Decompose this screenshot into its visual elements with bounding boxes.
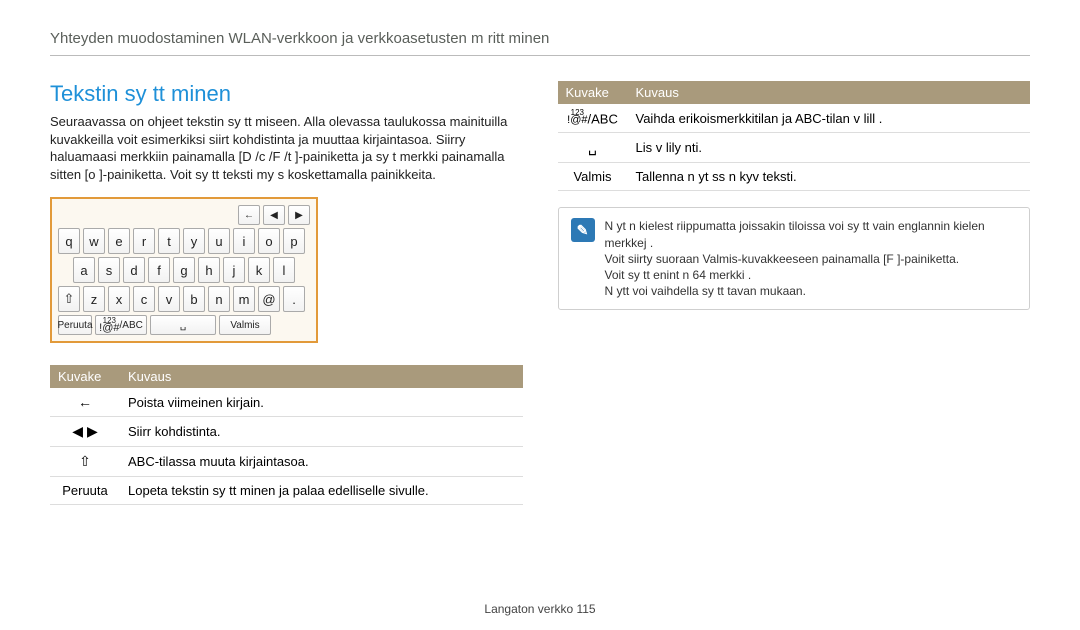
key-k[interactable]: k (248, 257, 270, 283)
shift-icon: ⇧ (79, 453, 91, 469)
desc-cell: Lis v lily nti. (628, 133, 1031, 163)
section-title: Tekstin sy tt minen (50, 81, 523, 107)
icon-table-left: Kuvake Kuvaus ← Poista viimeinen kirjain… (50, 365, 523, 505)
key-w[interactable]: w (83, 228, 105, 254)
key-g[interactable]: g (173, 257, 195, 283)
key-b[interactable]: b (183, 286, 205, 312)
table-row: 123 !@# /ABC Vaihda erikoismerkkitilan j… (558, 104, 1031, 133)
key-r[interactable]: r (133, 228, 155, 254)
note-line: Voit sy tt enint n 64 merkki . (605, 267, 1018, 283)
key-cancel[interactable]: Peruuta (58, 315, 92, 335)
mode-switch-icon: 123 !@# (567, 110, 587, 125)
mode-right: /ABC (120, 320, 143, 331)
note-line: N ytt voi vaihdella sy tt tavan mukaan. (605, 283, 1018, 299)
key-x[interactable]: x (108, 286, 130, 312)
keyboard-figure: ← ◀ ▶ q w e r t y u i o p (50, 197, 318, 343)
footer-page-number: 115 (576, 602, 595, 616)
key-cursor-right[interactable]: ▶ (288, 205, 310, 225)
cancel-label-icon: Peruuta (62, 483, 108, 498)
key-j[interactable]: j (223, 257, 245, 283)
key-f[interactable]: f (148, 257, 170, 283)
th-icon: Kuvake (50, 365, 120, 388)
key-v[interactable]: v (158, 286, 180, 312)
space-icon: ␣ (588, 139, 597, 155)
key-at[interactable]: @ (258, 286, 280, 312)
key-m[interactable]: m (233, 286, 255, 312)
intro-text: Seuraavassa on ohjeet tekstin sy tt mise… (50, 113, 523, 183)
th-icon: Kuvake (558, 81, 628, 104)
desc-cell: Tallenna n yt ss n kyv teksti. (628, 163, 1031, 191)
key-n[interactable]: n (208, 286, 230, 312)
backspace-icon: ← (78, 394, 92, 410)
key-cursor-left[interactable]: ◀ (263, 205, 285, 225)
done-label-icon: Valmis (573, 169, 611, 184)
key-done[interactable]: Valmis (219, 315, 271, 335)
mode-switch-right: /ABC (588, 111, 618, 126)
note-line: Voit siirty suoraan Valmis-kuvakkeeseen … (605, 251, 1018, 267)
key-s[interactable]: s (98, 257, 120, 283)
key-l[interactable]: l (273, 257, 295, 283)
key-i[interactable]: i (233, 228, 255, 254)
key-z[interactable]: z (83, 286, 105, 312)
cursor-arrows-icon: ◀ ▶ (72, 423, 97, 439)
page-header: Yhteyden muodostaminen WLAN-verkkoon ja … (50, 30, 1030, 56)
table-row: ← Poista viimeinen kirjain. (50, 388, 523, 417)
key-dot[interactable]: . (283, 286, 305, 312)
key-u[interactable]: u (208, 228, 230, 254)
key-t[interactable]: t (158, 228, 180, 254)
info-note: ✎ N yt n kielest riippumatta joissakin t… (558, 207, 1031, 310)
key-shift[interactable]: ⇧ (58, 286, 80, 312)
key-space[interactable]: ␣ (150, 315, 216, 335)
table-row: ◀ ▶ Siirr kohdistinta. (50, 417, 523, 447)
key-y[interactable]: y (183, 228, 205, 254)
key-mode-switch[interactable]: 123 !@# /ABC (95, 315, 147, 335)
key-d[interactable]: d (123, 257, 145, 283)
desc-cell: Lopeta tekstin sy tt minen ja palaa edel… (120, 477, 523, 505)
th-desc: Kuvaus (628, 81, 1031, 104)
table-row: Valmis Tallenna n yt ss n kyv teksti. (558, 163, 1031, 191)
key-q[interactable]: q (58, 228, 80, 254)
th-desc: Kuvaus (120, 365, 523, 388)
page-footer: Langaton verkko 115 (0, 602, 1080, 616)
mode-bot: !@# (99, 324, 119, 333)
key-a[interactable]: a (73, 257, 95, 283)
key-e[interactable]: e (108, 228, 130, 254)
key-o[interactable]: o (258, 228, 280, 254)
note-icon: ✎ (571, 218, 595, 242)
desc-cell: Poista viimeinen kirjain. (120, 388, 523, 417)
key-backspace[interactable]: ← (238, 205, 260, 225)
icon-table-right: Kuvake Kuvaus 123 !@# /ABC Vaihda erikoi… (558, 81, 1031, 191)
desc-cell: Vaihda erikoismerkkitilan ja ABC-tilan v… (628, 104, 1031, 133)
desc-cell: ABC-tilassa muuta kirjaintasoa. (120, 447, 523, 477)
table-row: ␣ Lis v lily nti. (558, 133, 1031, 163)
key-h[interactable]: h (198, 257, 220, 283)
note-line: N yt n kielest riippumatta joissakin til… (605, 218, 1018, 250)
footer-label: Langaton verkko (484, 602, 573, 616)
desc-cell: Siirr kohdistinta. (120, 417, 523, 447)
table-row: ⇧ ABC-tilassa muuta kirjaintasoa. (50, 447, 523, 477)
table-row: Peruuta Lopeta tekstin sy tt minen ja pa… (50, 477, 523, 505)
key-p[interactable]: p (283, 228, 305, 254)
key-c[interactable]: c (133, 286, 155, 312)
